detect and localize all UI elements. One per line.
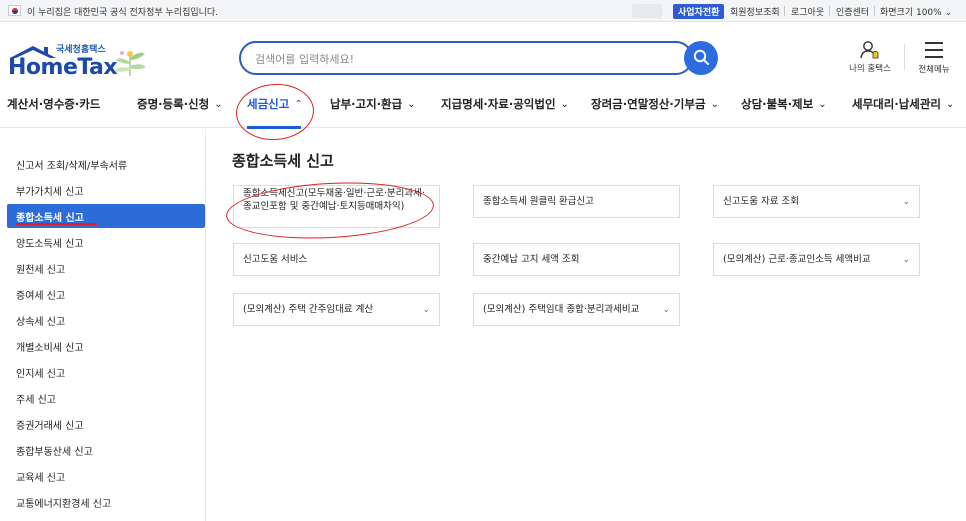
logout-link[interactable]: 로그아웃: [791, 5, 824, 18]
sidebar-item-energy-tax[interactable]: 교통에너지환경세 신고: [16, 495, 111, 510]
zoom-control[interactable]: 화면크기 100% ⌄: [880, 5, 952, 18]
my-hometax-label: 나의 홈택스: [849, 64, 891, 74]
card-label: 신고도움 자료 조회: [723, 196, 799, 207]
sidebar-item-excise-tax[interactable]: 개별소비세 신고: [16, 339, 84, 354]
sidebar: 신고서 조회/삭제/부속서류 부가가치세 신고 종합소득세 신고 양도소득세 신…: [0, 129, 206, 521]
card-label: 중간예납 고지 세액 조회: [483, 254, 580, 265]
sidebar-item-gift-tax[interactable]: 증여세 신고: [16, 287, 65, 302]
sidebar-item-education-tax[interactable]: 교육세 신고: [16, 469, 65, 484]
card-label: (모의계산) 근로·종교인소득 세액비교: [723, 254, 871, 265]
gov-notice: 이 누리집은 대한민국 공식 전자정부 누리집입니다.: [27, 8, 219, 18]
sidebar-item-vat[interactable]: 부가가치세 신고: [16, 183, 84, 198]
chevron-down-icon: ⌄: [560, 99, 569, 110]
chevron-down-icon: ⌄: [944, 8, 953, 18]
page-title: 종합소득세 신고: [232, 152, 334, 170]
card-label: 신고도움 서비스: [243, 254, 308, 265]
chevron-down-icon: ⌄: [214, 99, 223, 110]
card-interim-tax-lookup[interactable]: 중간예납 고지 세액 조회: [473, 243, 680, 276]
nav-item-statement[interactable]: 지급명세·자료·공익법인 ⌄: [441, 96, 569, 112]
card-report-help-data[interactable]: 신고도움 자료 조회 ⌄: [713, 185, 920, 218]
annotation-underline: [15, 223, 97, 225]
member-info-link[interactable]: 회원정보조회: [730, 5, 780, 18]
chevron-down-icon: ⌄: [818, 99, 827, 110]
biz-switch-button[interactable]: 사업자전환: [673, 4, 725, 19]
all-menu-label: 전체메뉴: [918, 65, 950, 75]
card-report-help-service[interactable]: 신고도움 서비스: [233, 243, 440, 276]
hamburger-icon: [925, 42, 943, 58]
chevron-down-icon: ⌄: [407, 99, 416, 110]
chevron-down-icon: ⌄: [422, 305, 430, 315]
chevron-down-icon: ⌄: [946, 99, 955, 110]
nav-item-payment[interactable]: 납부·고지·환급 ⌄: [330, 96, 416, 112]
card-label: 종합소득세 원클릭 환급신고: [483, 196, 594, 207]
sidebar-item-transfer-tax[interactable]: 양도소득세 신고: [16, 235, 84, 250]
main-nav: 계산서·영수증·카드 증명·등록·신청 ⌄ 세금신고 ⌃ 납부·고지·환급 ⌄ 지급명…: [0, 88, 966, 129]
nav-item-consult[interactable]: 상담·불복·제보 ⌄: [741, 96, 827, 112]
sidebar-item-inheritance-tax[interactable]: 상속세 신고: [16, 313, 65, 328]
nav-item-certificate[interactable]: 증명·등록·신청 ⌄: [137, 96, 223, 112]
logo-text: HomeTax: [8, 55, 118, 80]
all-menu-button[interactable]: 전체메뉴: [912, 40, 956, 80]
nav-item-agent[interactable]: 세무대리·납세관리 ⌄: [852, 96, 954, 112]
sidebar-item-withholding[interactable]: 원천세 신고: [16, 261, 65, 276]
sidebar-item-securities-tax[interactable]: 증권거래세 신고: [16, 417, 84, 432]
sidebar-item-stamp-tax[interactable]: 인지세 신고: [16, 365, 65, 380]
card-sim-deemed-rent[interactable]: (모의계산) 주택 간주임대료 계산 ⌄: [233, 293, 440, 326]
card-oneclick-refund[interactable]: 종합소득세 원클릭 환급신고: [473, 185, 680, 218]
chevron-down-icon: ⌄: [902, 255, 910, 265]
search-icon: [693, 49, 709, 65]
chevron-down-icon: ⌄: [710, 99, 719, 110]
chevron-down-icon: ⌄: [662, 305, 670, 315]
search-box: [239, 41, 693, 75]
korea-flag-icon: [8, 5, 21, 16]
chevron-down-icon: ⌄: [902, 197, 910, 207]
nav-item-invoice[interactable]: 계산서·영수증·카드: [7, 96, 100, 112]
search-bar: [239, 41, 719, 75]
hometax-logo[interactable]: 국세청홈택스 HomeTax: [6, 42, 156, 82]
my-hometax-button[interactable]: 나의 홈택스: [842, 40, 898, 80]
logo-subtitle: 국세청홈택스: [56, 45, 106, 55]
search-input[interactable]: [255, 50, 675, 68]
card-sim-religion-compare[interactable]: (모의계산) 근로·종교인소득 세액비교 ⌄: [713, 243, 920, 276]
sidebar-item-income-tax[interactable]: 종합소득세 신고: [16, 209, 84, 224]
search-button[interactable]: [684, 41, 718, 75]
cert-center-link[interactable]: 인증센터: [836, 5, 869, 18]
gov-banner: 이 누리집은 대한민국 공식 전자정부 누리집입니다. 사업자전환 회원정보조회…: [0, 0, 966, 22]
card-label: (모의계산) 주택 간주임대료 계산: [243, 304, 374, 315]
person-bell-icon: [860, 41, 879, 59]
card-label: (모의계산) 주택임대 종합·분리과세비교: [483, 304, 640, 315]
sidebar-item-report-lookup[interactable]: 신고서 조회/삭제/부속서류: [16, 157, 127, 172]
sidebar-item-property-tax[interactable]: 종합부동산세 신고: [16, 443, 93, 458]
user-name-masked: [632, 4, 662, 18]
plant-decoration-icon: [115, 51, 146, 76]
nav-item-incentive[interactable]: 장려금·연말정산·기부금 ⌄: [591, 96, 719, 112]
card-sim-rental-compare[interactable]: (모의계산) 주택임대 종합·분리과세비교 ⌄: [473, 293, 680, 326]
sidebar-item-liquor-tax[interactable]: 주세 신고: [16, 391, 56, 406]
